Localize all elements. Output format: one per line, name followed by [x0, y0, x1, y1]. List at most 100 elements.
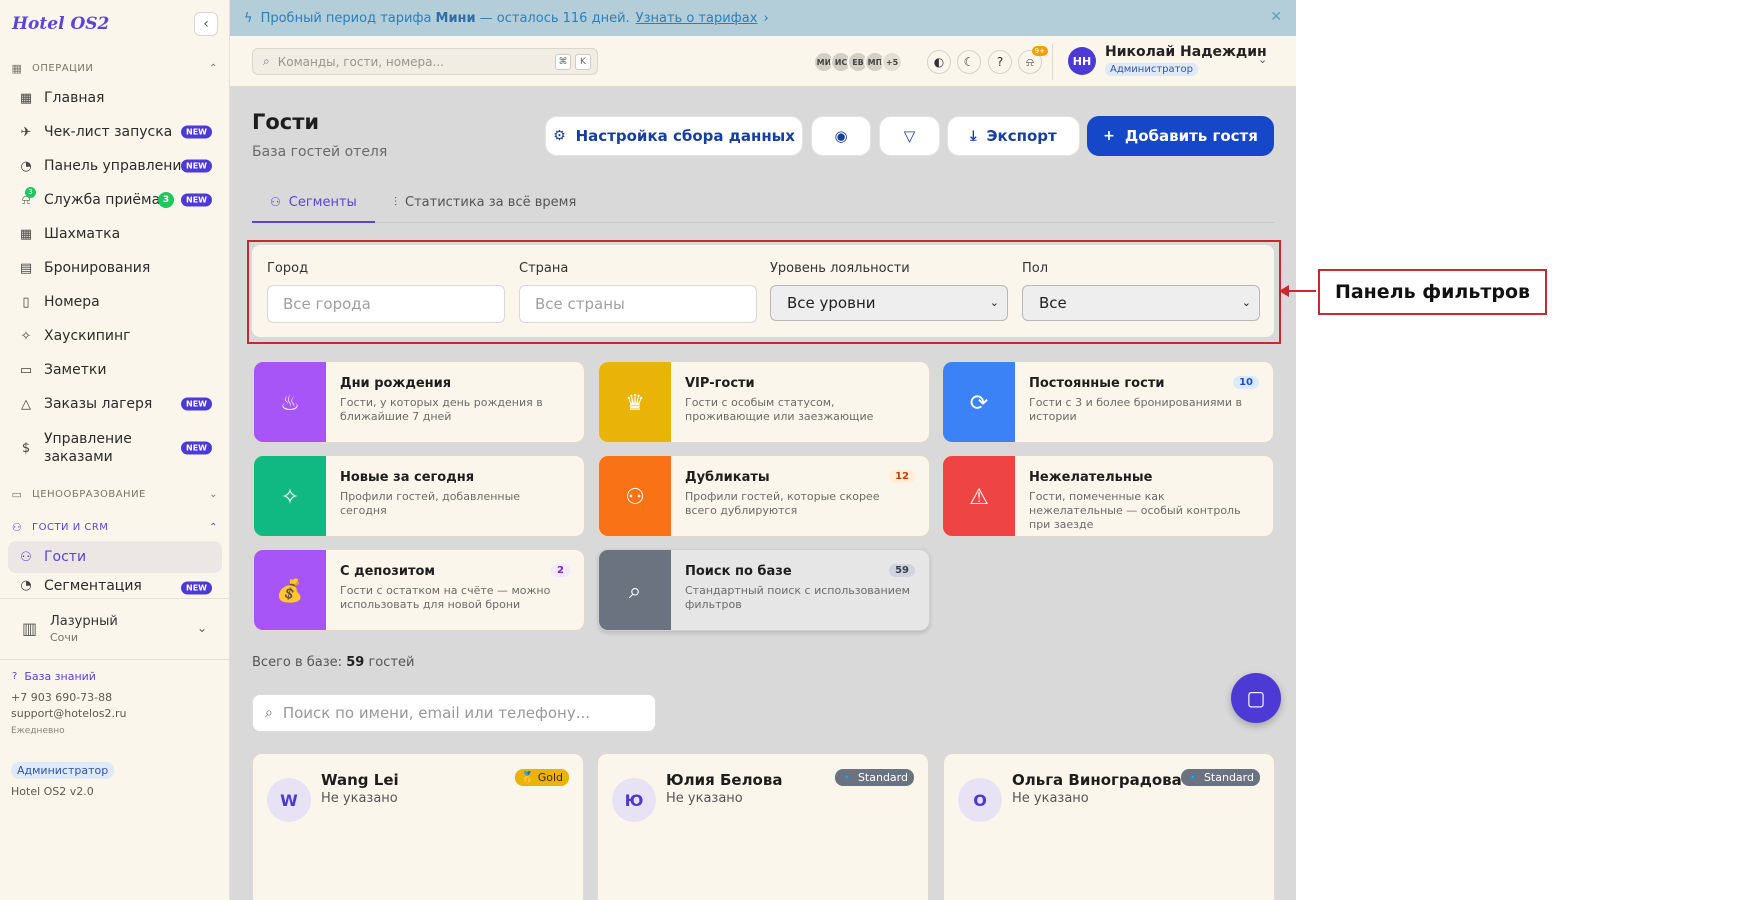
guest-card[interactable]: О Ольга Виноградова Не указано 🔹 Standar… [943, 753, 1275, 900]
sidebar-item-dashboard[interactable]: ◔ Панель управления NEW [8, 150, 222, 182]
segment-regular-guests[interactable]: ⟳ Постоянные гости Гости с 3 и более бро… [942, 361, 1274, 443]
export-button[interactable]: ⤓ Экспорт [947, 116, 1080, 156]
cake-icon: ♨ [254, 362, 326, 442]
segment-new-today[interactable]: ✧ Новые за сегодня Профили гостей, добав… [253, 455, 585, 537]
segment-title: Поиск по базе [685, 564, 792, 579]
help-button[interactable]: ? [988, 50, 1012, 74]
pricing-link[interactable]: Узнать о тарифах [636, 11, 758, 26]
chevron-up-icon: ⌃ [209, 62, 218, 74]
guest-location: Не указано [1012, 791, 1089, 806]
sidebar-item-label: Заметки [44, 362, 107, 378]
segment-deposit[interactable]: 💰 С депозитом Гости с остатком на счёте … [253, 549, 585, 631]
user-name[interactable]: Николай Надеждин [1105, 44, 1267, 60]
sidebar-item-rooms[interactable]: ▯ Номера [8, 286, 222, 318]
download-icon: ⤓ [970, 128, 977, 144]
section-pricing[interactable]: ▭ ЦЕНООБРАЗОВАНИЕ ⌄ [10, 484, 222, 504]
new-badge: NEW [181, 441, 212, 455]
sidebar-item-camp-orders[interactable]: △ Заказы лагеря NEW [8, 388, 222, 420]
visibility-button[interactable]: ◉ [811, 116, 871, 156]
main-content: ϟ Пробный период тарифа Мини — осталось … [230, 0, 1296, 900]
segment-birthdays[interactable]: ♨ Дни рождения Гости, у которых день рож… [253, 361, 585, 443]
search-icon: ⌕ [599, 550, 671, 630]
guest-card[interactable]: Ю Юлия Белова Не указано 🔹 Standard [597, 753, 929, 900]
theme-palette-button[interactable]: ◐ [927, 50, 951, 74]
support-phone[interactable]: +7 903 690-73-88 [11, 691, 112, 704]
crown-icon: ♛ [599, 362, 671, 442]
section-operations[interactable]: ▦ ОПЕРАЦИИ ⌃ [10, 58, 222, 78]
segment-vip[interactable]: ♛ VIP-гости Гости с особым статусом, про… [598, 361, 930, 443]
segment-duplicates[interactable]: ⚇ Дубликаты Профили гостей, которые скор… [598, 455, 930, 537]
sidebar-item-label: Служба приёма [44, 192, 161, 208]
sidebar-item-guests[interactable]: ⚇ Гости [8, 541, 222, 573]
sidebar-item-order-management[interactable]: $ Управление заказами NEW [8, 427, 222, 469]
users-icon: ⚇ [20, 549, 32, 565]
app-version: Hotel OS2 v2.0 [11, 785, 94, 798]
sidebar-item-front-desk[interactable]: ⍾ 3 Служба приёма 3 NEW [8, 184, 222, 216]
divider [1052, 44, 1053, 80]
sidebar-item-label: Управление заказами [44, 431, 132, 465]
guest-location: Не указано [321, 791, 398, 806]
new-badge: NEW [181, 125, 212, 139]
knowledge-base-link[interactable]: ? База знаний [12, 670, 96, 683]
command-search-input[interactable]: ⌕ Команды, гости, номера... ⌘ K [252, 48, 598, 75]
annotation-label: Панель фильтров [1318, 269, 1547, 315]
tab-segments[interactable]: ⚇ Сегменты [252, 183, 375, 223]
sidebar-item-label: Панель управления [44, 158, 190, 174]
data-collection-settings-button[interactable]: ⚙ Настройка сбора данных [545, 116, 803, 156]
mini-count-dot: 3 [25, 186, 36, 198]
search-icon: ⌕ [263, 54, 270, 68]
sidebar-item-label: Гости [44, 549, 87, 565]
notifications-button[interactable]: ⍾ 9+ [1018, 46, 1048, 74]
dark-mode-button[interactable]: ☾ [957, 50, 981, 74]
new-badge: NEW [181, 581, 212, 595]
add-guest-button[interactable]: + Добавить гостя [1087, 116, 1274, 156]
segment-title: Дни рождения [340, 376, 452, 391]
search-placeholder: Поиск по имени, email или телефону... [282, 704, 591, 722]
segment-description: Стандартный поиск с использованием фильт… [685, 584, 910, 611]
chevron-right-icon: › [763, 10, 769, 26]
lightning-icon: ϟ [244, 10, 253, 26]
guest-location: Не указано [666, 791, 743, 806]
palette-icon: ◐ [933, 55, 945, 69]
note-icon: ▭ [19, 362, 33, 378]
guest-card[interactable]: W Wang Lei Не указано 🥇 Gold [252, 753, 584, 900]
filter-button[interactable]: ▽ [879, 116, 940, 156]
sidebar-item-segmentation[interactable]: ◔ Сегментация NEW [8, 575, 222, 597]
sidebar-item-notes[interactable]: ▭ Заметки [8, 354, 222, 386]
sidebar-item-chessboard[interactable]: ▦ Шахматка [8, 218, 222, 250]
segment-title: С депозитом [340, 564, 436, 579]
count-badge: 3 [158, 192, 174, 208]
sidebar-item-label: Бронирования [44, 260, 151, 276]
sparkle-icon: ✧ [254, 456, 326, 536]
hotel-switcher[interactable]: ▥ Лазурный Сочи ⌄ [0, 598, 229, 660]
support-email[interactable]: support@hotelos2.ru [11, 707, 127, 720]
chevron-down-icon[interactable]: ⌄ [1258, 53, 1267, 66]
sidebar-item-launch-checklist[interactable]: ✈ Чек-лист запуска NEW [8, 116, 222, 148]
sidebar-item-housekeeping[interactable]: ✧ Хаускипинг [8, 320, 222, 352]
warning-icon: ⚠ [943, 456, 1015, 536]
chat-icon: ▢ [1246, 686, 1266, 710]
brand-logo[interactable]: Hotel OS2 [12, 14, 109, 34]
search-icon: ⌕ [265, 705, 273, 721]
sidebar-item-bookings[interactable]: ▤ Бронирования [8, 252, 222, 284]
tab-statistics[interactable]: ⫶ Статистика за всё время [376, 183, 594, 222]
sidebar-item-label: Сегментация [44, 578, 142, 594]
sidebar: Hotel OS2 ‹ ▦ ОПЕРАЦИИ ⌃ ▦ Главная ✈ Чек… [0, 0, 230, 900]
more-users-count[interactable]: +5 [881, 51, 903, 73]
sidebar-item-home[interactable]: ▦ Главная [8, 82, 222, 114]
online-users[interactable]: МИ ИС ЕВ МП +5 [813, 51, 903, 73]
guest-name: Ольга Виноградова [1012, 771, 1182, 789]
segment-title: Нежелательные [1029, 470, 1153, 485]
close-icon[interactable]: ✕ [1270, 9, 1282, 25]
collapse-sidebar-button[interactable]: ‹ [194, 12, 218, 36]
bar-chart-icon: ⫶ [394, 195, 398, 209]
chat-button[interactable]: ▢ [1231, 673, 1281, 723]
user-avatar[interactable]: НН [1068, 47, 1096, 75]
trial-remaining: — осталось 116 дней. [479, 10, 630, 26]
segment-database-search[interactable]: ⌕ Поиск по базе Стандартный поиск с испо… [598, 549, 930, 631]
button-label: Настройка сбора данных [575, 127, 795, 145]
segment-description: Гости с 3 и более бронированиями в истор… [1029, 396, 1242, 423]
guest-search-input[interactable]: ⌕ Поиск по имени, email или телефону... [252, 694, 656, 732]
segment-undesirable[interactable]: ⚠ Нежелательные Гости, помеченные как не… [942, 455, 1274, 537]
section-guests-crm[interactable]: ⚇ ГОСТИ И CRM ⌃ [10, 517, 222, 537]
